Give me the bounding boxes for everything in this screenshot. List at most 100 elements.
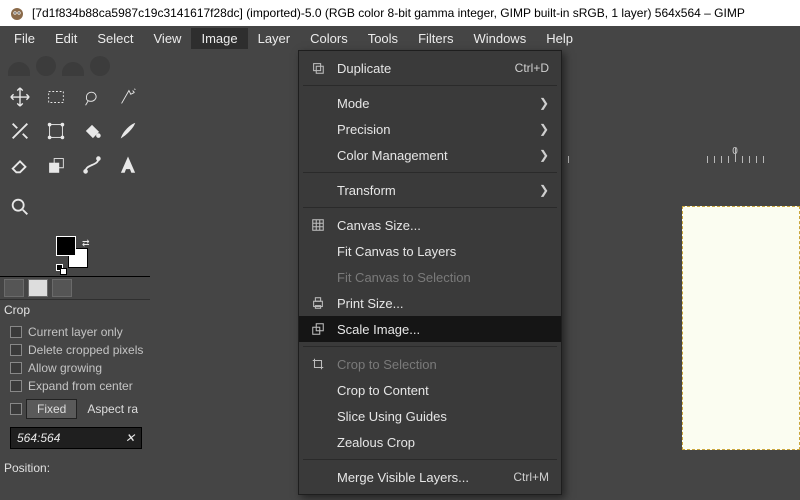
paintbrush-tool-icon[interactable]: [110, 114, 146, 148]
menu-item-zealous-crop[interactable]: Zealous Crop: [299, 429, 561, 455]
chevron-right-icon: ❯: [539, 148, 549, 162]
menu-item-label: Mode: [337, 96, 529, 111]
menu-item-label: Crop to Selection: [337, 357, 549, 372]
menu-layer[interactable]: Layer: [248, 28, 301, 49]
clear-icon[interactable]: ✕: [125, 431, 135, 445]
menu-shortcut: Ctrl+M: [513, 470, 549, 484]
canvas[interactable]: [682, 206, 800, 450]
free-select-tool-icon[interactable]: [74, 80, 110, 114]
checkbox[interactable]: [10, 362, 22, 374]
aspect-label: Aspect ra: [81, 402, 138, 416]
zoom-tool-icon[interactable]: [2, 190, 38, 224]
dock-tab[interactable]: [28, 279, 48, 297]
menu-item-label: Slice Using Guides: [337, 409, 549, 424]
toolbox-header-decoration: [0, 50, 150, 76]
menu-tools[interactable]: Tools: [358, 28, 408, 49]
print-icon: [309, 296, 327, 310]
menu-item-crop-to-content[interactable]: Crop to Content: [299, 377, 561, 403]
menu-item-label: Precision: [337, 122, 529, 137]
fuzzy-select-tool-icon[interactable]: [110, 80, 146, 114]
swap-colors-icon[interactable]: ⇄: [82, 238, 90, 249]
menu-colors[interactable]: Colors: [300, 28, 358, 49]
menu-item-label: Print Size...: [337, 296, 549, 311]
gimp-logo-icon: [8, 4, 26, 22]
menu-item-crop-to-selection: Crop to Selection: [299, 351, 561, 377]
menu-edit[interactable]: Edit: [45, 28, 87, 49]
app-window: [7d1f834b88ca5987c19c3141617f28dc] (impo…: [0, 0, 800, 500]
chevron-right-icon: ❯: [539, 183, 549, 197]
checkbox[interactable]: [10, 326, 22, 338]
menu-item-merge-visible-layers[interactable]: Merge Visible Layers... Ctrl+M: [299, 464, 561, 490]
canvas-area: -200-1000 DuplicateCtrl+DMode❯Precision❯…: [150, 50, 800, 500]
checkbox[interactable]: [10, 380, 22, 392]
menu-item-fit-canvas-to-layers[interactable]: Fit Canvas to Layers: [299, 238, 561, 264]
menu-item-print-size[interactable]: Print Size...: [299, 290, 561, 316]
menu-select[interactable]: Select: [87, 28, 143, 49]
tool-option-row[interactable]: Current layer only: [0, 323, 150, 341]
default-colors-icon[interactable]: [56, 264, 66, 274]
tool-grid: [0, 76, 150, 186]
paths-tool-icon[interactable]: [74, 148, 110, 182]
menu-item-scale-image[interactable]: Scale Image...: [299, 316, 561, 342]
duplicate-icon: [309, 61, 327, 75]
menu-help[interactable]: Help: [536, 28, 583, 49]
chevron-right-icon: ❯: [539, 96, 549, 110]
aspect-ratio-value: 564:564: [17, 431, 60, 445]
menu-image[interactable]: Image: [191, 28, 247, 49]
dock-tab[interactable]: [52, 279, 72, 297]
tool-option-row[interactable]: Allow growing: [0, 359, 150, 377]
position-label: Position:: [0, 457, 150, 475]
menu-item-slice-using-guides[interactable]: Slice Using Guides: [299, 403, 561, 429]
tool-option-row[interactable]: Delete cropped pixels: [0, 341, 150, 359]
rect-select-tool-icon[interactable]: [38, 80, 74, 114]
menu-item-label: Color Management: [337, 148, 529, 163]
tool-options-list: Current layer onlyDelete cropped pixelsA…: [0, 323, 150, 395]
menu-item-label: Transform: [337, 183, 529, 198]
menu-shortcut: Ctrl+D: [515, 61, 549, 75]
menu-view[interactable]: View: [144, 28, 192, 49]
menu-item-label: Scale Image...: [337, 322, 549, 337]
menu-item-mode[interactable]: Mode ❯: [299, 90, 561, 116]
menu-item-label: Duplicate: [337, 61, 505, 76]
fixed-checkbox[interactable]: [10, 403, 22, 415]
menu-item-precision[interactable]: Precision ❯: [299, 116, 561, 142]
crop-icon: [309, 357, 327, 371]
menu-item-label: Canvas Size...: [337, 218, 549, 233]
checkbox[interactable]: [10, 344, 22, 356]
color-swatches[interactable]: ⇄: [56, 236, 96, 276]
fg-color-swatch[interactable]: [56, 236, 76, 256]
text-tool-icon[interactable]: [110, 148, 146, 182]
eraser-tool-icon[interactable]: [2, 148, 38, 182]
menu-item-duplicate[interactable]: Duplicate Ctrl+D: [299, 55, 561, 81]
menu-filters[interactable]: Filters: [408, 28, 463, 49]
titlebar: [7d1f834b88ca5987c19c3141617f28dc] (impo…: [0, 0, 800, 26]
menu-item-label: Fit Canvas to Layers: [337, 244, 549, 259]
dock-tab-strip: [0, 276, 150, 300]
scale-icon: [309, 322, 327, 336]
menu-item-color-management[interactable]: Color Management ❯: [299, 142, 561, 168]
tool-option-label: Expand from center: [28, 379, 133, 393]
aspect-ratio-field[interactable]: 564:564 ✕: [10, 427, 142, 449]
canvas-icon: [309, 218, 327, 232]
unified-transform-tool-icon[interactable]: [38, 114, 74, 148]
menu-item-label: Merge Visible Layers...: [337, 470, 503, 485]
dock-tab[interactable]: [4, 279, 24, 297]
chevron-right-icon: ❯: [539, 122, 549, 136]
menu-windows[interactable]: Windows: [463, 28, 536, 49]
image-menu-dropdown: DuplicateCtrl+DMode❯Precision❯Color Mana…: [298, 50, 562, 495]
window-title: [7d1f834b88ca5987c19c3141617f28dc] (impo…: [32, 6, 745, 20]
tool-option-row[interactable]: Expand from center: [0, 377, 150, 395]
menubar: FileEditSelectViewImageLayerColorsToolsF…: [0, 26, 800, 50]
bucket-fill-tool-icon[interactable]: [74, 114, 110, 148]
menu-file[interactable]: File: [4, 28, 45, 49]
move-tool-icon[interactable]: [2, 80, 38, 114]
menu-item-canvas-size[interactable]: Canvas Size...: [299, 212, 561, 238]
tool-options-title: Crop: [0, 300, 150, 323]
fixed-button[interactable]: Fixed: [26, 399, 77, 419]
menu-item-fit-canvas-to-selection: Fit Canvas to Selection: [299, 264, 561, 290]
menu-item-label: Fit Canvas to Selection: [337, 270, 549, 285]
crop-tool-icon[interactable]: [2, 114, 38, 148]
menu-item-transform[interactable]: Transform ❯: [299, 177, 561, 203]
clone-tool-icon[interactable]: [38, 148, 74, 182]
toolbox-panel: ⇄ Crop Current layer onlyDelete cropped …: [0, 50, 150, 500]
